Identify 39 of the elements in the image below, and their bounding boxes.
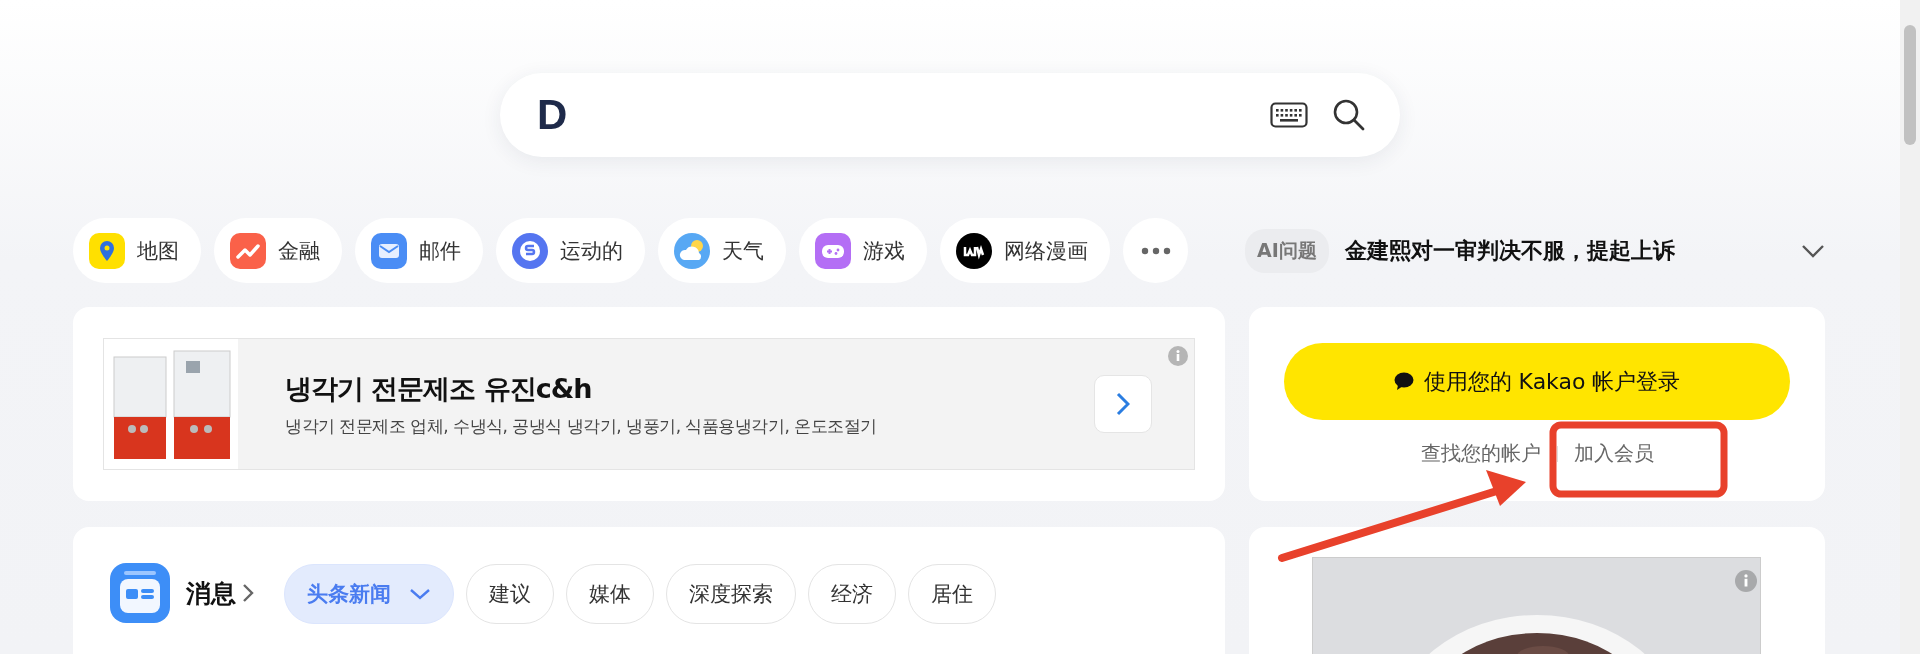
gamepad-icon bbox=[815, 232, 851, 269]
webtoon-icon bbox=[956, 232, 992, 269]
speech-bubble-icon bbox=[1393, 372, 1414, 391]
ad-title: 냉각기 전문제조 유진c&h bbox=[285, 371, 593, 406]
shortcut-link[interactable]: 天气 bbox=[658, 218, 786, 283]
news-tab[interactable]: 建议 bbox=[466, 564, 554, 624]
sign-up-link[interactable]: 加入会员 bbox=[1573, 440, 1654, 467]
news-tab[interactable]: 深度探索 bbox=[666, 564, 796, 624]
shortcut-link[interactable]: 地图 bbox=[73, 218, 201, 283]
keyboard-icon[interactable] bbox=[1270, 102, 1308, 128]
shortcut-link[interactable]: 运动的 bbox=[496, 218, 645, 283]
search-icon[interactable] bbox=[1332, 98, 1366, 132]
weather-icon bbox=[674, 232, 710, 269]
shortcut-link[interactable]: 网络漫画 bbox=[940, 218, 1110, 283]
more-dots-icon bbox=[1140, 246, 1171, 255]
ad-description: 냉각기 전문제조 업체, 수냉식, 공냉식 냉각기, 냉풍기, 식품용냉각기, 온도조절기 bbox=[285, 414, 878, 438]
chevron-right-icon bbox=[1116, 392, 1130, 416]
trend-chart-icon bbox=[230, 232, 266, 269]
news-icon bbox=[110, 563, 170, 623]
headline-link[interactable]: 金建熙对一审判决不服，提起上诉 bbox=[1344, 235, 1785, 266]
map-pin-icon bbox=[89, 232, 125, 269]
shortcut-link[interactable]: 邮件 bbox=[355, 218, 483, 283]
news-tab[interactable]: 居住 bbox=[908, 564, 996, 624]
shortcut-link[interactable]: 金融 bbox=[214, 218, 342, 283]
mail-icon bbox=[371, 232, 407, 269]
chevron-down-icon[interactable] bbox=[1801, 243, 1825, 258]
ai-issue-badge: AI问题 bbox=[1245, 228, 1329, 273]
chevron-down-icon bbox=[409, 588, 431, 600]
scrollbar[interactable] bbox=[1900, 0, 1920, 654]
chevron-right-icon bbox=[242, 583, 254, 603]
shortcut-link[interactable]: 游戏 bbox=[799, 218, 927, 283]
find-account-link[interactable]: 查找您的帐户 bbox=[1420, 440, 1541, 467]
kakao-login-button[interactable]: 使用您的 Kakao 帐户登录 bbox=[1284, 343, 1790, 420]
sports-icon bbox=[512, 232, 548, 269]
news-tab[interactable]: 媒体 bbox=[566, 564, 654, 624]
search-field[interactable]: D bbox=[500, 73, 1400, 157]
logo: D bbox=[537, 91, 568, 139]
news-title-link[interactable]: 消息 bbox=[186, 576, 254, 610]
news-tab[interactable]: 经济 bbox=[808, 564, 896, 624]
